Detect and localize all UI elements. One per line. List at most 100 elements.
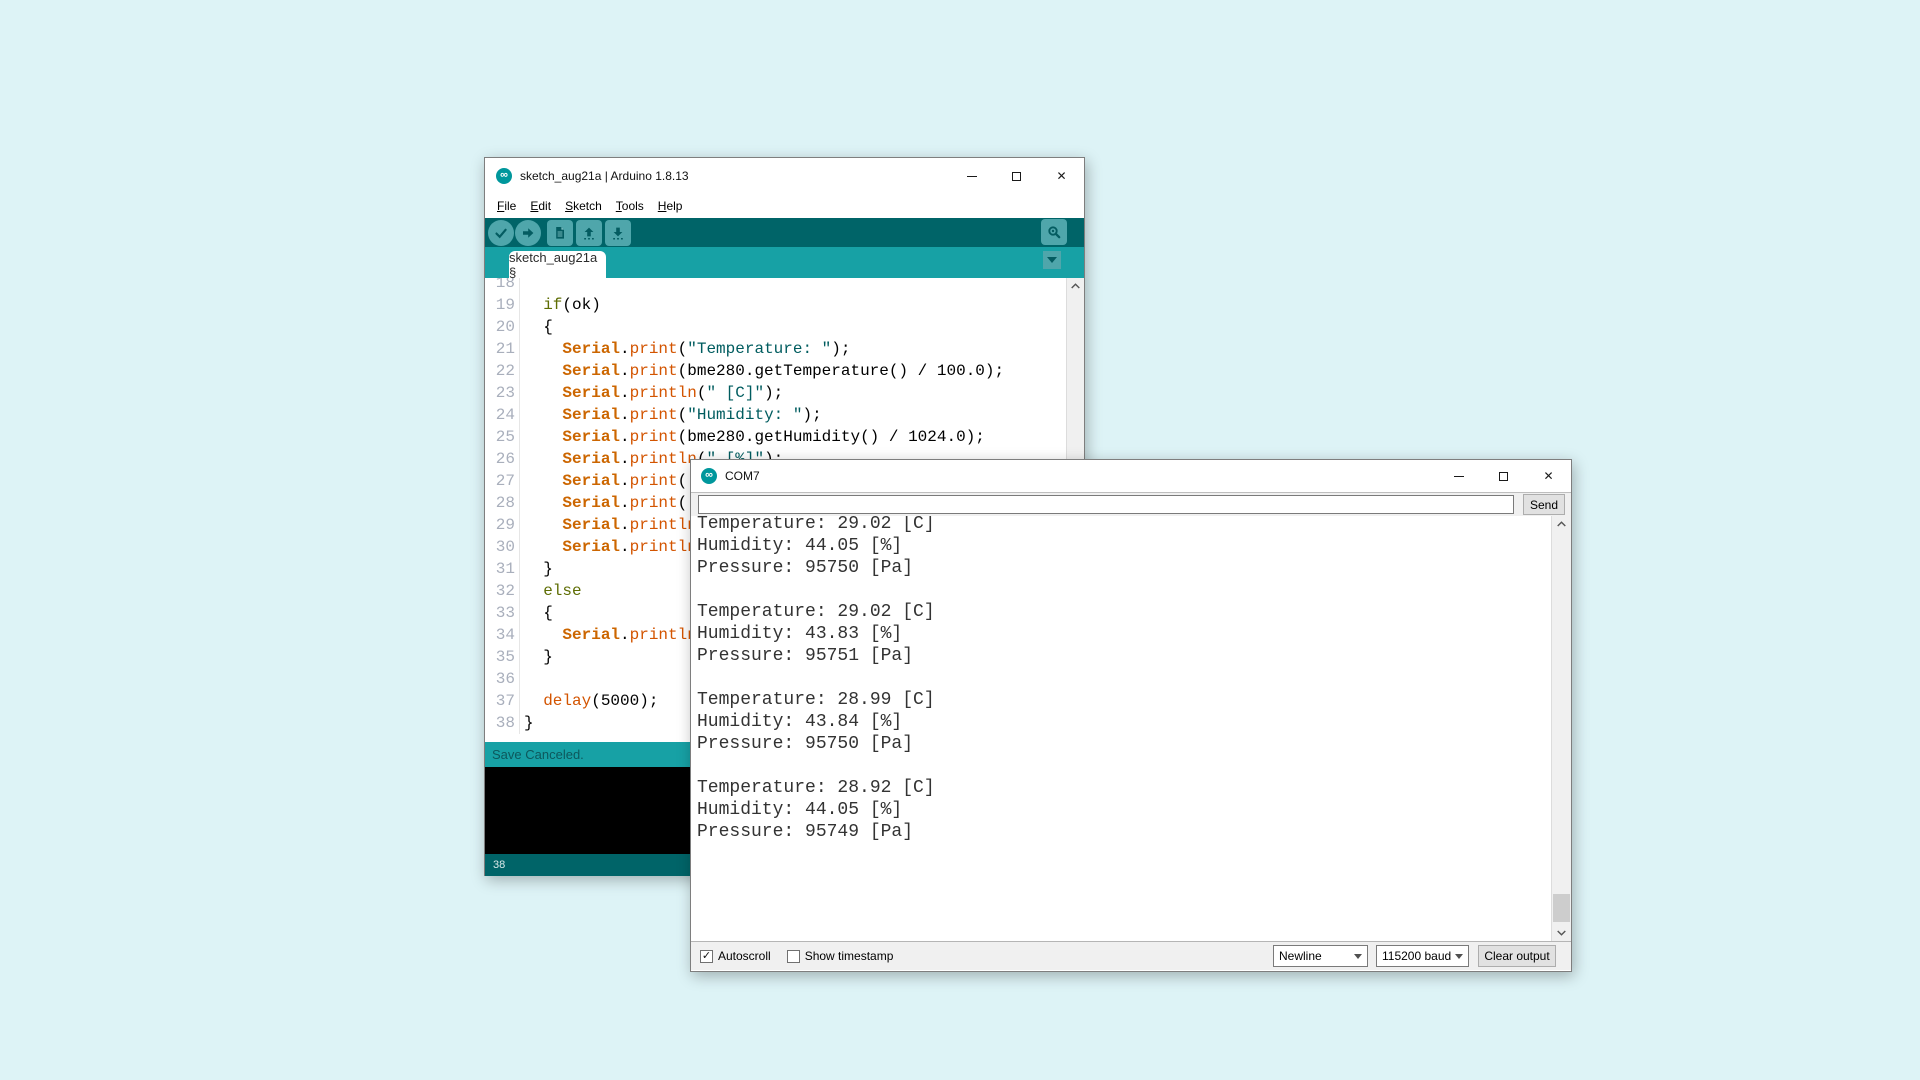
line-number: 34: [485, 624, 520, 646]
serial-input-row: Send: [691, 493, 1571, 516]
send-button[interactable]: Send: [1523, 494, 1565, 515]
serial-output-line: [697, 579, 935, 601]
line-number: 24: [485, 404, 520, 426]
line-number: 30: [485, 536, 520, 558]
serial-output-line: Humidity: 44.05 [%]: [697, 535, 935, 557]
code-text: {: [520, 602, 553, 624]
verify-button[interactable]: [488, 220, 514, 246]
code-text: Serial.print(bme280.getTemperature() / 1…: [520, 360, 1004, 382]
minimize-button[interactable]: [1436, 460, 1481, 492]
minimize-icon: [1454, 476, 1464, 477]
baud-rate-value: 115200 baud: [1382, 949, 1451, 963]
maximize-button[interactable]: [994, 158, 1039, 194]
tab-list-button[interactable]: [1043, 251, 1061, 269]
ide-window-title: sketch_aug21a | Arduino 1.8.13: [520, 169, 689, 183]
line-number: 19: [485, 294, 520, 316]
line-number: 26: [485, 448, 520, 470]
code-text: }: [520, 558, 553, 580]
new-sketch-button[interactable]: [547, 220, 573, 246]
line-number: 37: [485, 690, 520, 712]
line-number: 35: [485, 646, 520, 668]
new-sketch-icon: [552, 225, 568, 241]
line-number: 33: [485, 602, 520, 624]
menu-file[interactable]: File: [490, 196, 523, 216]
code-line-24: 24 Serial.print("Humidity: ");: [485, 404, 1066, 426]
maximize-button[interactable]: [1481, 460, 1526, 492]
code-text: Serial.print(bme280.getHumidity() / 1024…: [520, 426, 985, 448]
verify-icon: [493, 225, 509, 241]
serial-window-controls: ✕: [1436, 460, 1571, 492]
line-number: 31: [485, 558, 520, 580]
code-text: Serial.print(: [520, 492, 687, 514]
code-line-22: 22 Serial.print(bme280.getTemperature() …: [485, 360, 1066, 382]
autoscroll-checkbox[interactable]: ✓: [700, 950, 713, 963]
autoscroll-label: Autoscroll: [718, 949, 771, 963]
code-line-23: 23 Serial.println(" [C]");: [485, 382, 1066, 404]
line-number: 28: [485, 492, 520, 514]
code-line-20: 20 {: [485, 316, 1066, 338]
serial-monitor-button[interactable]: [1041, 219, 1067, 245]
serial-output-line: [697, 755, 935, 777]
line-number: 18: [485, 278, 520, 294]
serial-output-line: Pressure: 95751 [Pa]: [697, 645, 935, 667]
tab-label: sketch_aug21a §: [509, 250, 606, 280]
serial-window-title: COM7: [725, 469, 760, 483]
code-line-18: 18: [485, 278, 1066, 294]
line-number: 22: [485, 360, 520, 382]
scroll-down-button[interactable]: [1552, 925, 1571, 941]
code-text: Serial.print("Temperature: ");: [520, 338, 850, 360]
save-button[interactable]: [605, 220, 631, 246]
code-text: {: [520, 316, 553, 338]
line-ending-dropdown[interactable]: Newline: [1273, 945, 1368, 967]
open-button[interactable]: [576, 220, 602, 246]
baud-rate-dropdown[interactable]: 115200 baud: [1376, 945, 1469, 967]
scroll-up-button[interactable]: [1067, 278, 1084, 294]
serial-titlebar[interactable]: ∞ COM7 ✕: [691, 460, 1571, 493]
ide-titlebar[interactable]: ∞ sketch_aug21a | Arduino 1.8.13 ✕: [485, 158, 1084, 194]
code-text: }: [520, 712, 534, 734]
minimize-button[interactable]: [949, 158, 994, 194]
serial-input[interactable]: [698, 495, 1514, 514]
save-icon: [610, 225, 626, 241]
code-line-25: 25 Serial.print(bme280.getHumidity() / 1…: [485, 426, 1066, 448]
code-text: delay(5000);: [520, 690, 658, 712]
menu-help[interactable]: Help: [651, 196, 690, 216]
serial-monitor-icon: [1046, 224, 1062, 240]
chevron-down-icon: [1455, 954, 1463, 959]
serial-output-line: Temperature: 29.02 [C]: [697, 516, 935, 535]
scrollbar-thumb[interactable]: [1553, 894, 1570, 922]
tab-strip: sketch_aug21a §: [485, 247, 1084, 278]
ide-toolbar: [485, 218, 1084, 247]
code-text: Serial.println: [520, 514, 697, 536]
menu-tools[interactable]: Tools: [609, 196, 651, 216]
close-button[interactable]: ✕: [1039, 158, 1084, 194]
close-button[interactable]: ✕: [1526, 460, 1571, 492]
line-number: 23: [485, 382, 520, 404]
line-number: 25: [485, 426, 520, 448]
code-text: Serial.print(: [520, 470, 687, 492]
chevron-down-icon: [1557, 930, 1566, 936]
menu-edit[interactable]: Edit: [523, 196, 558, 216]
serial-output-line: Pressure: 95750 [Pa]: [697, 733, 935, 755]
chevron-up-icon: [1557, 521, 1566, 527]
menu-sketch[interactable]: Sketch: [558, 196, 609, 216]
ide-window-controls: ✕: [949, 158, 1084, 194]
close-icon: ✕: [1543, 470, 1553, 482]
code-line-21: 21 Serial.print("Temperature: ");: [485, 338, 1066, 360]
serial-scrollbar[interactable]: [1551, 516, 1571, 941]
line-number: 29: [485, 514, 520, 536]
serial-output-line: Pressure: 95749 [Pa]: [697, 821, 935, 843]
upload-button[interactable]: [515, 220, 541, 246]
minimize-icon: [967, 176, 977, 177]
clear-output-button[interactable]: Clear output: [1478, 945, 1556, 967]
code-text: Serial.print("Humidity: ");: [520, 404, 822, 426]
upload-icon: [520, 225, 536, 241]
tab-sketch[interactable]: sketch_aug21a §: [509, 251, 606, 278]
maximize-icon: [1012, 172, 1021, 181]
close-icon: ✕: [1056, 170, 1066, 182]
send-button-label: Send: [1530, 498, 1558, 512]
scroll-up-button[interactable]: [1552, 516, 1571, 532]
show-timestamp-checkbox[interactable]: [787, 950, 800, 963]
code-text: [520, 278, 524, 294]
serial-output-line: Humidity: 43.84 [%]: [697, 711, 935, 733]
